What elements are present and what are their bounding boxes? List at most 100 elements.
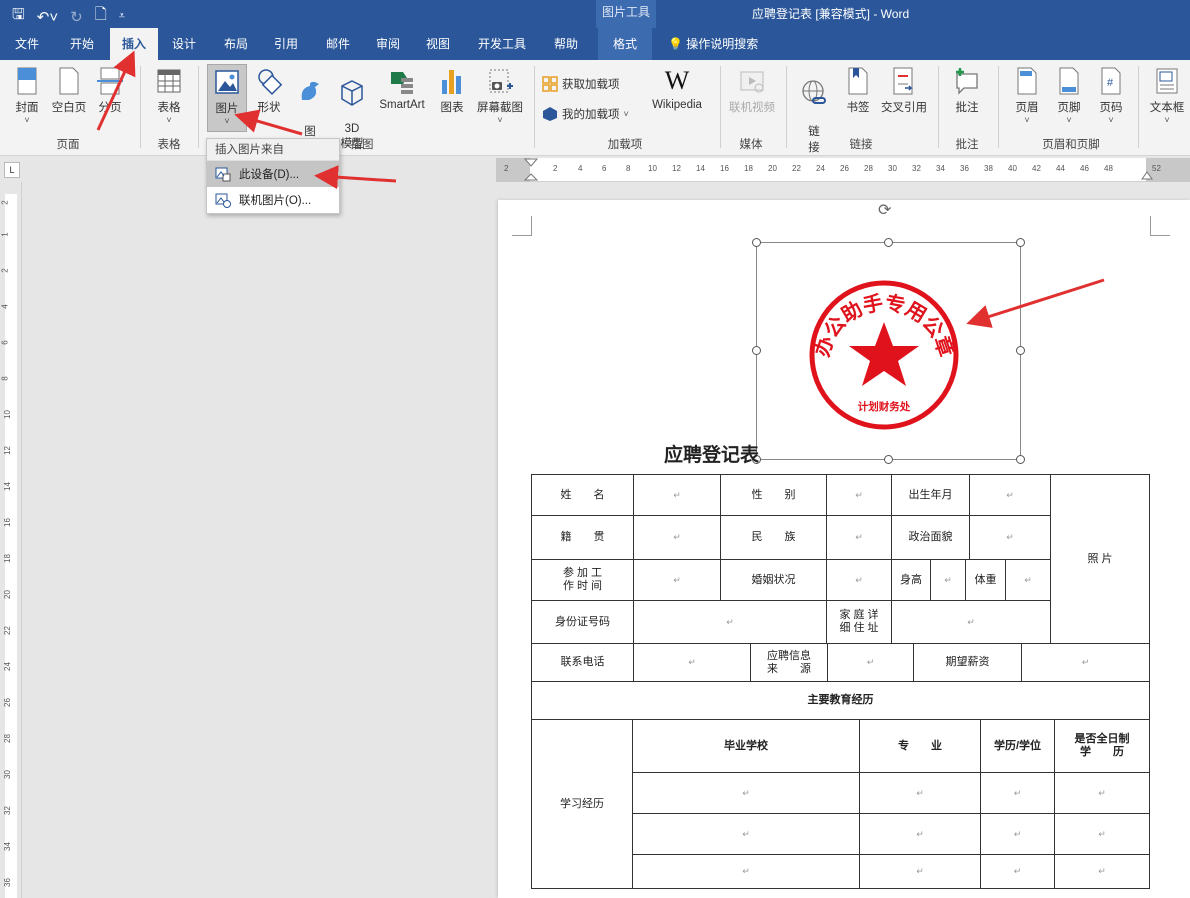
tab-home[interactable]: 开始: [58, 28, 106, 60]
table-cell[interactable]: ↵: [859, 813, 981, 855]
tab-format[interactable]: 格式: [598, 28, 652, 60]
rotate-handle-icon[interactable]: ⟳: [878, 200, 891, 220]
table-cell[interactable]: ↵: [930, 559, 966, 601]
resize-handle[interactable]: [1016, 455, 1025, 464]
blank-page-button[interactable]: 空白页: [50, 66, 88, 115]
online-video-button[interactable]: 联机视频: [724, 66, 780, 115]
text-box-button[interactable]: 文本框 ˅: [1146, 66, 1188, 125]
table-cell[interactable]: 应聘信息 来 源: [750, 643, 828, 682]
table-header-cell[interactable]: 学历/学位: [980, 719, 1055, 773]
table-cell[interactable]: 身高: [891, 559, 931, 601]
horizontal-ruler[interactable]: 2 2 4 6 8 10 12 14 16 18 20 22 24 26 28 …: [496, 158, 1190, 182]
table-cell[interactable]: ↵: [632, 772, 860, 814]
tell-me-search[interactable]: 💡 操作说明搜索: [668, 28, 758, 60]
table-header-cell[interactable]: 是否全日制 学 历: [1054, 719, 1150, 773]
table-cell[interactable]: ↵: [1005, 559, 1051, 601]
tab-insert[interactable]: 插入: [110, 28, 158, 60]
table-cell[interactable]: 性 别: [720, 474, 827, 516]
table-header-cell[interactable]: 毕业学校: [632, 719, 860, 773]
save-icon[interactable]: 🖫: [12, 4, 25, 29]
chart-button[interactable]: 图表: [436, 66, 468, 115]
cross-reference-button[interactable]: 交叉引用: [878, 66, 930, 115]
table-cell[interactable]: ↵: [859, 772, 981, 814]
shapes-button[interactable]: 形状: [252, 66, 286, 115]
resize-handle[interactable]: [1016, 238, 1025, 247]
table-cell[interactable]: ↵: [826, 559, 892, 601]
table-cell[interactable]: ↵: [633, 515, 721, 560]
get-addins-button[interactable]: 获取加载项: [542, 76, 620, 92]
indent-marker[interactable]: [524, 158, 538, 182]
tab-developer[interactable]: 开发工具: [470, 28, 534, 60]
wikipedia-button[interactable]: W Wikipedia: [644, 66, 710, 111]
table-cell[interactable]: ↵: [1054, 813, 1150, 855]
table-cell[interactable]: 姓 名: [531, 474, 634, 516]
vertical-ruler[interactable]: 2 1 2 4 6 8 10 12 14 16 18 20 22 24 26 2…: [0, 182, 22, 898]
tab-file[interactable]: 文件: [6, 28, 48, 60]
table-cell[interactable]: ↵: [980, 854, 1055, 889]
table-cell[interactable]: ↵: [826, 515, 892, 560]
tab-layout[interactable]: 布局: [214, 28, 258, 60]
print-preview-icon[interactable]: 🗋: [95, 4, 107, 29]
smartart-button[interactable]: SmartArt: [374, 66, 430, 111]
online-pictures-menu-item[interactable]: 联机图片(O)...: [207, 187, 339, 213]
table-cell[interactable]: ↵: [859, 854, 981, 889]
resize-handle[interactable]: [1016, 346, 1025, 355]
table-cell[interactable]: ↵: [969, 474, 1051, 516]
resize-handle[interactable]: [884, 455, 893, 464]
link-button[interactable]: 链 接: [796, 66, 832, 155]
table-cell[interactable]: 出生年月: [891, 474, 970, 516]
table-cell[interactable]: ↵: [1054, 854, 1150, 889]
table-cell[interactable]: ↵: [980, 813, 1055, 855]
table-cell[interactable]: 政治面貌: [891, 515, 970, 560]
comment-button[interactable]: 批注: [948, 66, 986, 115]
resize-handle[interactable]: [752, 346, 761, 355]
tab-references[interactable]: 引用: [264, 28, 308, 60]
screenshot-button[interactable]: 屏幕截图 ˅: [474, 66, 526, 125]
this-device-menu-item[interactable]: 此设备(D)...: [207, 161, 339, 187]
resize-handle[interactable]: [752, 238, 761, 247]
table-cell[interactable]: ↵: [827, 643, 914, 682]
footer-button[interactable]: 页脚 ˅: [1050, 66, 1088, 125]
table-cell[interactable]: ↵: [969, 515, 1051, 560]
table-cell[interactable]: 家 庭 详 细 住 址: [826, 600, 892, 644]
tab-review[interactable]: 审阅: [366, 28, 410, 60]
table-cell[interactable]: ↵: [891, 600, 1051, 644]
table-cell[interactable]: ↵: [632, 813, 860, 855]
table-cell[interactable]: 期望薪资: [913, 643, 1022, 682]
table-cell[interactable]: ↵: [633, 600, 827, 644]
table-cell[interactable]: 联系电话: [531, 643, 634, 682]
education-header[interactable]: 主要教育经历: [531, 681, 1150, 720]
cover-page-button[interactable]: 封面 ˅: [8, 66, 46, 125]
table-cell[interactable]: ↵: [826, 474, 892, 516]
table-cell[interactable]: 身份证号码: [531, 600, 634, 644]
table-cell[interactable]: ↵: [1054, 772, 1150, 814]
table-cell[interactable]: 婚姻状况: [720, 559, 827, 601]
table-cell[interactable]: 参 加 工 作 时 间: [531, 559, 634, 601]
table-cell[interactable]: ↵: [633, 643, 751, 682]
tab-help[interactable]: 帮助: [544, 28, 588, 60]
tab-mailings[interactable]: 邮件: [316, 28, 360, 60]
bookmark-button[interactable]: 书签: [842, 66, 874, 115]
tab-selector[interactable]: L: [4, 162, 20, 178]
table-cell[interactable]: ↵: [632, 854, 860, 889]
table-header-cell[interactable]: 专 业: [859, 719, 981, 773]
table-button[interactable]: 表格 ˅: [150, 66, 188, 125]
table-cell[interactable]: ↵: [633, 559, 721, 601]
table-cell[interactable]: 民 族: [720, 515, 827, 560]
table-cell[interactable]: ↵: [1021, 643, 1150, 682]
table-cell[interactable]: ↵: [633, 474, 721, 516]
photo-cell[interactable]: 照 片: [1050, 474, 1150, 644]
customize-icon[interactable]: ⩡: [119, 10, 125, 23]
undo-icon[interactable]: ↶˅: [37, 8, 58, 26]
header-button[interactable]: 页眉 ˅: [1008, 66, 1046, 125]
table-cell[interactable]: 籍 贯: [531, 515, 634, 560]
page-number-button[interactable]: # 页码 ˅: [1092, 66, 1130, 125]
education-label-cell[interactable]: 学习经历: [531, 719, 633, 889]
tab-design[interactable]: 设计: [162, 28, 206, 60]
table-cell[interactable]: ↵: [980, 772, 1055, 814]
page-break-button[interactable]: 分页: [92, 66, 128, 115]
pictures-button[interactable]: 图片 ˅: [207, 64, 247, 132]
right-indent-marker[interactable]: [1141, 168, 1153, 180]
my-addins-button[interactable]: 我的加载项 ˅: [542, 106, 629, 122]
resize-handle[interactable]: [884, 238, 893, 247]
